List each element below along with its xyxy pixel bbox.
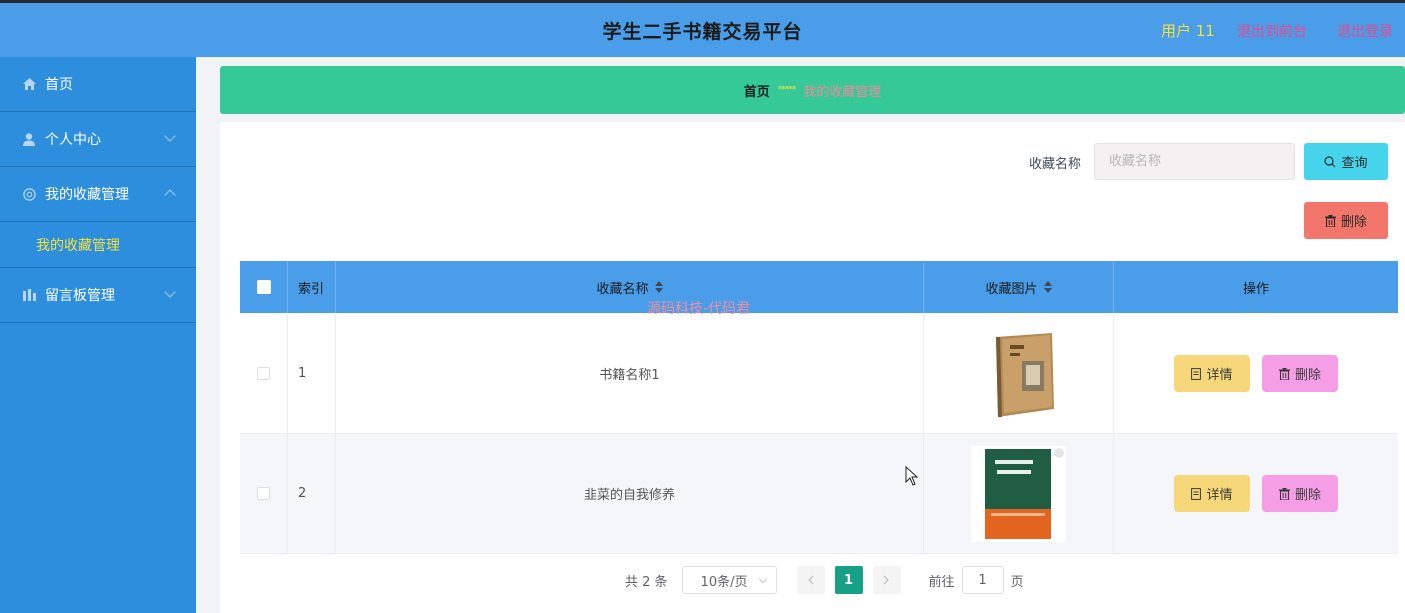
row-name: 韭菜的自我修养 [336,434,924,553]
watermark-text: 源码科技-代码君 [647,301,751,317]
breadcrumb: 首页 ***** 我的收藏管理 [220,66,1405,114]
column-header-label: 操作 [1242,281,1269,297]
pagination: 共 2 条 10条/页 1 前往 页 [625,566,1024,594]
chevron-left-icon [808,575,814,585]
page-size-value: 10条/页 [700,574,748,590]
column-header-label: 索引 [298,281,325,297]
home-icon [22,77,36,91]
sidebar-item-collection-management[interactable]: 我的收藏管理 [0,167,196,222]
chevron-down-icon [164,286,176,298]
back-to-frontend-link[interactable]: 退出到前台 [1237,21,1307,41]
sort-icon[interactable] [654,281,663,293]
sidebar-item-label: 我的收藏管理 [45,187,129,203]
row-delete-button-label: 删除 [1294,488,1321,503]
top-header: 学生二手书籍交易平台 用户 11 退出到前台 退出登录 [0,0,1405,57]
breadcrumb-current: 我的收藏管理 [803,84,882,100]
logout-link[interactable]: 退出登录 [1337,21,1393,41]
row-delete-button[interactable]: 删除 [1262,355,1338,392]
detail-button[interactable]: 详情 [1174,475,1250,512]
chevron-right-icon [883,575,889,585]
document-icon [1191,367,1202,380]
row-index: 2 [288,434,336,553]
next-page-button[interactable] [872,566,901,594]
row-checkbox[interactable] [257,367,270,380]
chevron-down-icon [758,574,767,584]
sidebar-item-label: 留言板管理 [45,288,115,304]
trash-icon [1324,214,1336,227]
delete-button-label: 删除 [1340,215,1367,230]
detail-button[interactable]: 详情 [1174,355,1250,392]
search-input[interactable] [1094,143,1295,180]
goto-label: 前往 [928,574,955,590]
row-actions: 详情 删除 [1114,434,1398,553]
pagination-total: 共 2 条 [625,574,668,590]
row-name: 书籍名称1 [336,314,924,433]
mouse-cursor-icon [905,465,919,490]
query-button[interactable]: 查询 [1304,143,1388,180]
column-header-image[interactable]: 收藏图片 [924,261,1114,313]
sidebar-item-message-board[interactable]: 留言板管理 [0,268,196,323]
header-checkbox-cell [240,261,288,313]
user-icon [22,132,36,146]
sidebar-item-label: 个人中心 [45,132,101,148]
message-board-icon [22,288,36,302]
search-label: 收藏名称 [1029,157,1082,172]
sidebar-item-home[interactable]: 首页 [0,57,196,112]
breadcrumb-home[interactable]: 首页 [744,81,770,100]
column-header-index: 索引 [288,261,336,313]
column-header-actions: 操作 [1114,261,1398,313]
page-number-active[interactable]: 1 [834,566,863,594]
table-row: 1 书籍名称1 详情 删除 [240,314,1398,434]
column-header-label: 收藏名称 [596,281,649,297]
row-image-cell [924,434,1114,553]
document-icon [1191,487,1202,500]
row-checkbox-cell [240,434,288,553]
search-icon [1324,155,1336,167]
page-suffix-label: 页 [1010,574,1024,590]
collection-icon [22,187,36,201]
sort-icon[interactable] [1043,281,1052,293]
page-size-select[interactable]: 10条/页 [681,566,777,594]
row-actions: 详情 删除 [1114,314,1398,433]
trash-icon [1278,367,1290,380]
row-checkbox-cell [240,314,288,433]
row-checkbox[interactable] [257,487,270,500]
column-header-name[interactable]: 收藏名称 [336,261,924,313]
row-delete-button[interactable]: 删除 [1262,475,1338,512]
current-user: 用户 11 [1161,22,1215,40]
table-header: 索引 收藏名称 收藏图片 操作 [240,261,1398,313]
detail-button-label: 详情 [1206,488,1233,503]
breadcrumb-separator: ***** [777,85,796,95]
select-all-checkbox[interactable] [256,280,271,294]
book-cover-image[interactable] [971,445,1066,542]
sidebar-subitem-my-collection[interactable]: 我的收藏管理 [0,222,196,268]
batch-delete-button[interactable]: 删除 [1304,202,1388,239]
prev-page-button[interactable] [796,566,825,594]
query-button-label: 查询 [1341,156,1368,171]
row-image-cell [924,314,1114,433]
table-row: 2 韭菜的自我修养 详情 删除 [240,434,1398,554]
chevron-up-icon [164,189,176,201]
sidebar-item-label: 首页 [45,77,73,93]
column-header-label: 收藏图片 [985,281,1038,297]
book-cover-image[interactable] [988,331,1054,417]
sidebar-item-personal-center[interactable]: 个人中心 [0,112,196,167]
trash-icon [1278,487,1290,500]
detail-button-label: 详情 [1206,368,1233,383]
goto-page-input[interactable] [961,566,1004,594]
chevron-down-icon [164,130,176,142]
row-delete-button-label: 删除 [1294,368,1321,383]
sidebar: 首页 个人中心 我的收藏管理 我的收藏管理 留言板管理 [0,57,196,613]
row-index: 1 [288,314,336,433]
